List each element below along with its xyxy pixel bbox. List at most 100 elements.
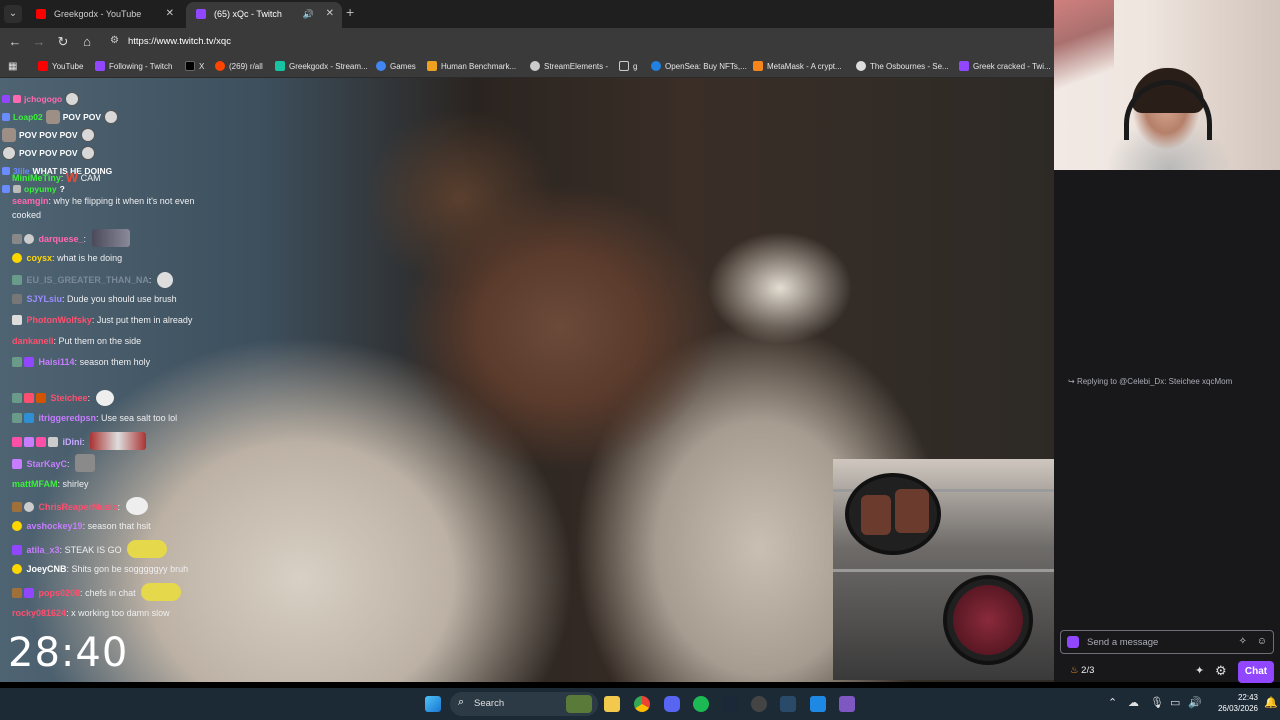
tab-search-button[interactable]: ⌄ [4, 5, 22, 23]
chat-username[interactable]: Haisi114 [39, 357, 75, 367]
chevron-up-icon[interactable]: ⌃ [1108, 696, 1117, 709]
bookmark-label: StreamElements - [544, 62, 609, 71]
badge-icon [12, 294, 22, 304]
microphone-icon[interactable]: 🎙 [1150, 696, 1164, 709]
url-field[interactable]: ⚙ https://www.twitch.tv/xqc [104, 31, 1044, 53]
chat-username[interactable]: EU_IS_GREATER_THAN_NA [27, 275, 149, 285]
network-icon[interactable]: ▭ [1170, 696, 1180, 709]
back-icon[interactable]: ← [6, 33, 24, 51]
emote-icon [80, 128, 95, 142]
badge-icon [24, 413, 34, 423]
emote-icon [75, 454, 96, 472]
reload-icon[interactable]: ↻ [54, 33, 72, 51]
chat-settings-icon[interactable]: ⚙ [1215, 663, 1227, 679]
notification-bell-icon[interactable]: 🔔 [1264, 696, 1278, 709]
chat-username[interactable]: pops0208 [39, 588, 81, 598]
bookmark-reddit[interactable]: (269) r/all [215, 60, 263, 74]
bookmark-x[interactable]: X [185, 60, 204, 74]
chat-identity-icon[interactable] [1067, 636, 1079, 648]
address-bar: ← → ↻ ⌂ ⚙ https://www.twitch.tv/xqc [0, 28, 1054, 56]
discord-icon[interactable] [664, 696, 680, 712]
badge-icon [2, 95, 10, 103]
emote-picker-icon[interactable]: ☺ [1257, 636, 1267, 647]
google-icon [376, 61, 386, 71]
chat-username[interactable]: iDini [63, 437, 83, 447]
bookmark-osbournes[interactable]: The Osbournes - Se... [856, 60, 949, 74]
badge-icon [12, 253, 22, 263]
chat-username[interactable]: SJYLsiu [27, 294, 63, 304]
windows-start-icon[interactable] [425, 696, 441, 712]
chat-username[interactable]: StarKayC [27, 459, 68, 469]
chat-input[interactable]: Send a message ✧ ☺ [1060, 630, 1274, 654]
chat-username[interactable]: PhotonWolfsky [27, 315, 92, 325]
bookmark-games[interactable]: Games [376, 60, 416, 74]
app-icon[interactable] [780, 696, 796, 712]
bookmark-youtube[interactable]: YouTube [38, 60, 83, 74]
chat-username[interactable]: avshockey19 [27, 521, 83, 531]
tab-youtube[interactable]: Greekgodx - YouTube ✕ [26, 2, 182, 28]
heart-icon [24, 393, 34, 403]
bookmark-label: The Osbournes - Se... [870, 62, 949, 71]
chat-username[interactable]: itriggeredpsn [39, 413, 97, 423]
chat-username[interactable]: MiniMeTiny [12, 173, 61, 183]
channel-points[interactable]: ♨ 2/3 [1070, 665, 1094, 676]
bookmark-greekgodx-stream[interactable]: Greekgodx - Stream... [275, 60, 368, 74]
chat-send-button[interactable]: Chat [1238, 661, 1274, 683]
spotify-icon[interactable] [693, 696, 709, 712]
bookmark-greek-cracked[interactable]: Greek cracked - Twi... [959, 60, 1051, 74]
chat-username[interactable]: atila_x3 [27, 545, 60, 555]
chat-username[interactable]: Steichee [51, 393, 88, 403]
grid-app-icon[interactable] [839, 696, 855, 712]
reply-header[interactable]: ↪ Replying to @Celebi_Dx: Steichee xqcMo… [1068, 377, 1232, 386]
bookmark-label: OpenSea: Buy NFTs,... [665, 62, 747, 71]
close-tab-icon[interactable]: ✕ [326, 2, 334, 26]
reply-icon: ↪ [1068, 377, 1075, 386]
file-explorer-icon[interactable] [604, 696, 620, 712]
badge-icon [12, 315, 22, 325]
obs-icon[interactable] [751, 696, 767, 712]
search-highlight-icon [566, 695, 592, 713]
tab-twitch[interactable]: (65) xQc - Twitch 🔊 ✕ [186, 2, 342, 28]
chrome-icon[interactable] [634, 696, 650, 712]
apps-icon[interactable]: ▦ [8, 60, 17, 74]
bookmark-streamelements[interactable]: StreamElements - [530, 60, 608, 74]
volume-icon[interactable]: 🔊 [1188, 696, 1202, 709]
emote-icon [141, 583, 182, 601]
chat-username[interactable]: mattMFAM [12, 479, 58, 489]
bookmarks-bar: ▦ YouTube Following - Twitch X (269) r/a… [0, 56, 1054, 78]
chat-username[interactable]: ChrisReaperMusic [39, 502, 118, 512]
chat-username[interactable]: JoeyCNB [27, 564, 67, 574]
badge-icon [24, 437, 34, 447]
bookmark-opensea[interactable]: OpenSea: Buy NFTs,... [651, 60, 747, 74]
home-icon[interactable]: ⌂ [78, 33, 96, 51]
search-icon: ⌕ [458, 696, 465, 708]
tab-strip: ⌄ Greekgodx - YouTube ✕ (65) xQc - Twitc… [0, 0, 1054, 28]
bits-icon[interactable]: ✧ [1239, 636, 1247, 647]
hype-icon[interactable]: ✦ [1195, 664, 1204, 677]
chat-username[interactable]: seamgin [12, 196, 49, 206]
bookmark-metamask[interactable]: MetaMask - A crypt... [753, 60, 842, 74]
chat-username[interactable]: dankaneli [12, 336, 54, 346]
cloud-icon[interactable]: ☁ [1128, 696, 1139, 709]
chat-username[interactable]: coysx [27, 253, 53, 263]
site-info-icon[interactable]: ⚙ [110, 35, 119, 46]
bookmark-label: Following - Twitch [109, 62, 173, 71]
bookmark-following-twitch[interactable]: Following - Twitch [95, 60, 172, 74]
chat-text: CAM [80, 173, 101, 183]
speaker-icon[interactable]: 🔊 [303, 2, 314, 26]
chat-username[interactable]: darquese_ [39, 234, 84, 244]
new-tab-button[interactable]: + [346, 4, 354, 20]
taskbar-search[interactable]: ⌕ Search [450, 692, 598, 716]
chat-message: mattMFAM: shirley [12, 479, 89, 489]
chat-username[interactable]: rocky081624 [12, 608, 66, 618]
security-icon[interactable] [810, 696, 826, 712]
steam-icon[interactable] [722, 696, 738, 712]
close-tab-icon[interactable]: ✕ [166, 2, 174, 26]
forward-icon[interactable]: → [30, 33, 48, 51]
emote-icon [104, 110, 119, 124]
chat-message: StarKayC: [12, 454, 222, 472]
bookmark-folder-g[interactable]: g [619, 60, 637, 74]
bookmark-human-benchmark[interactable]: Human Benchmark... [427, 60, 516, 74]
system-clock[interactable]: 22:43 26/03/2026 [1210, 692, 1258, 714]
heart-icon [36, 437, 46, 447]
